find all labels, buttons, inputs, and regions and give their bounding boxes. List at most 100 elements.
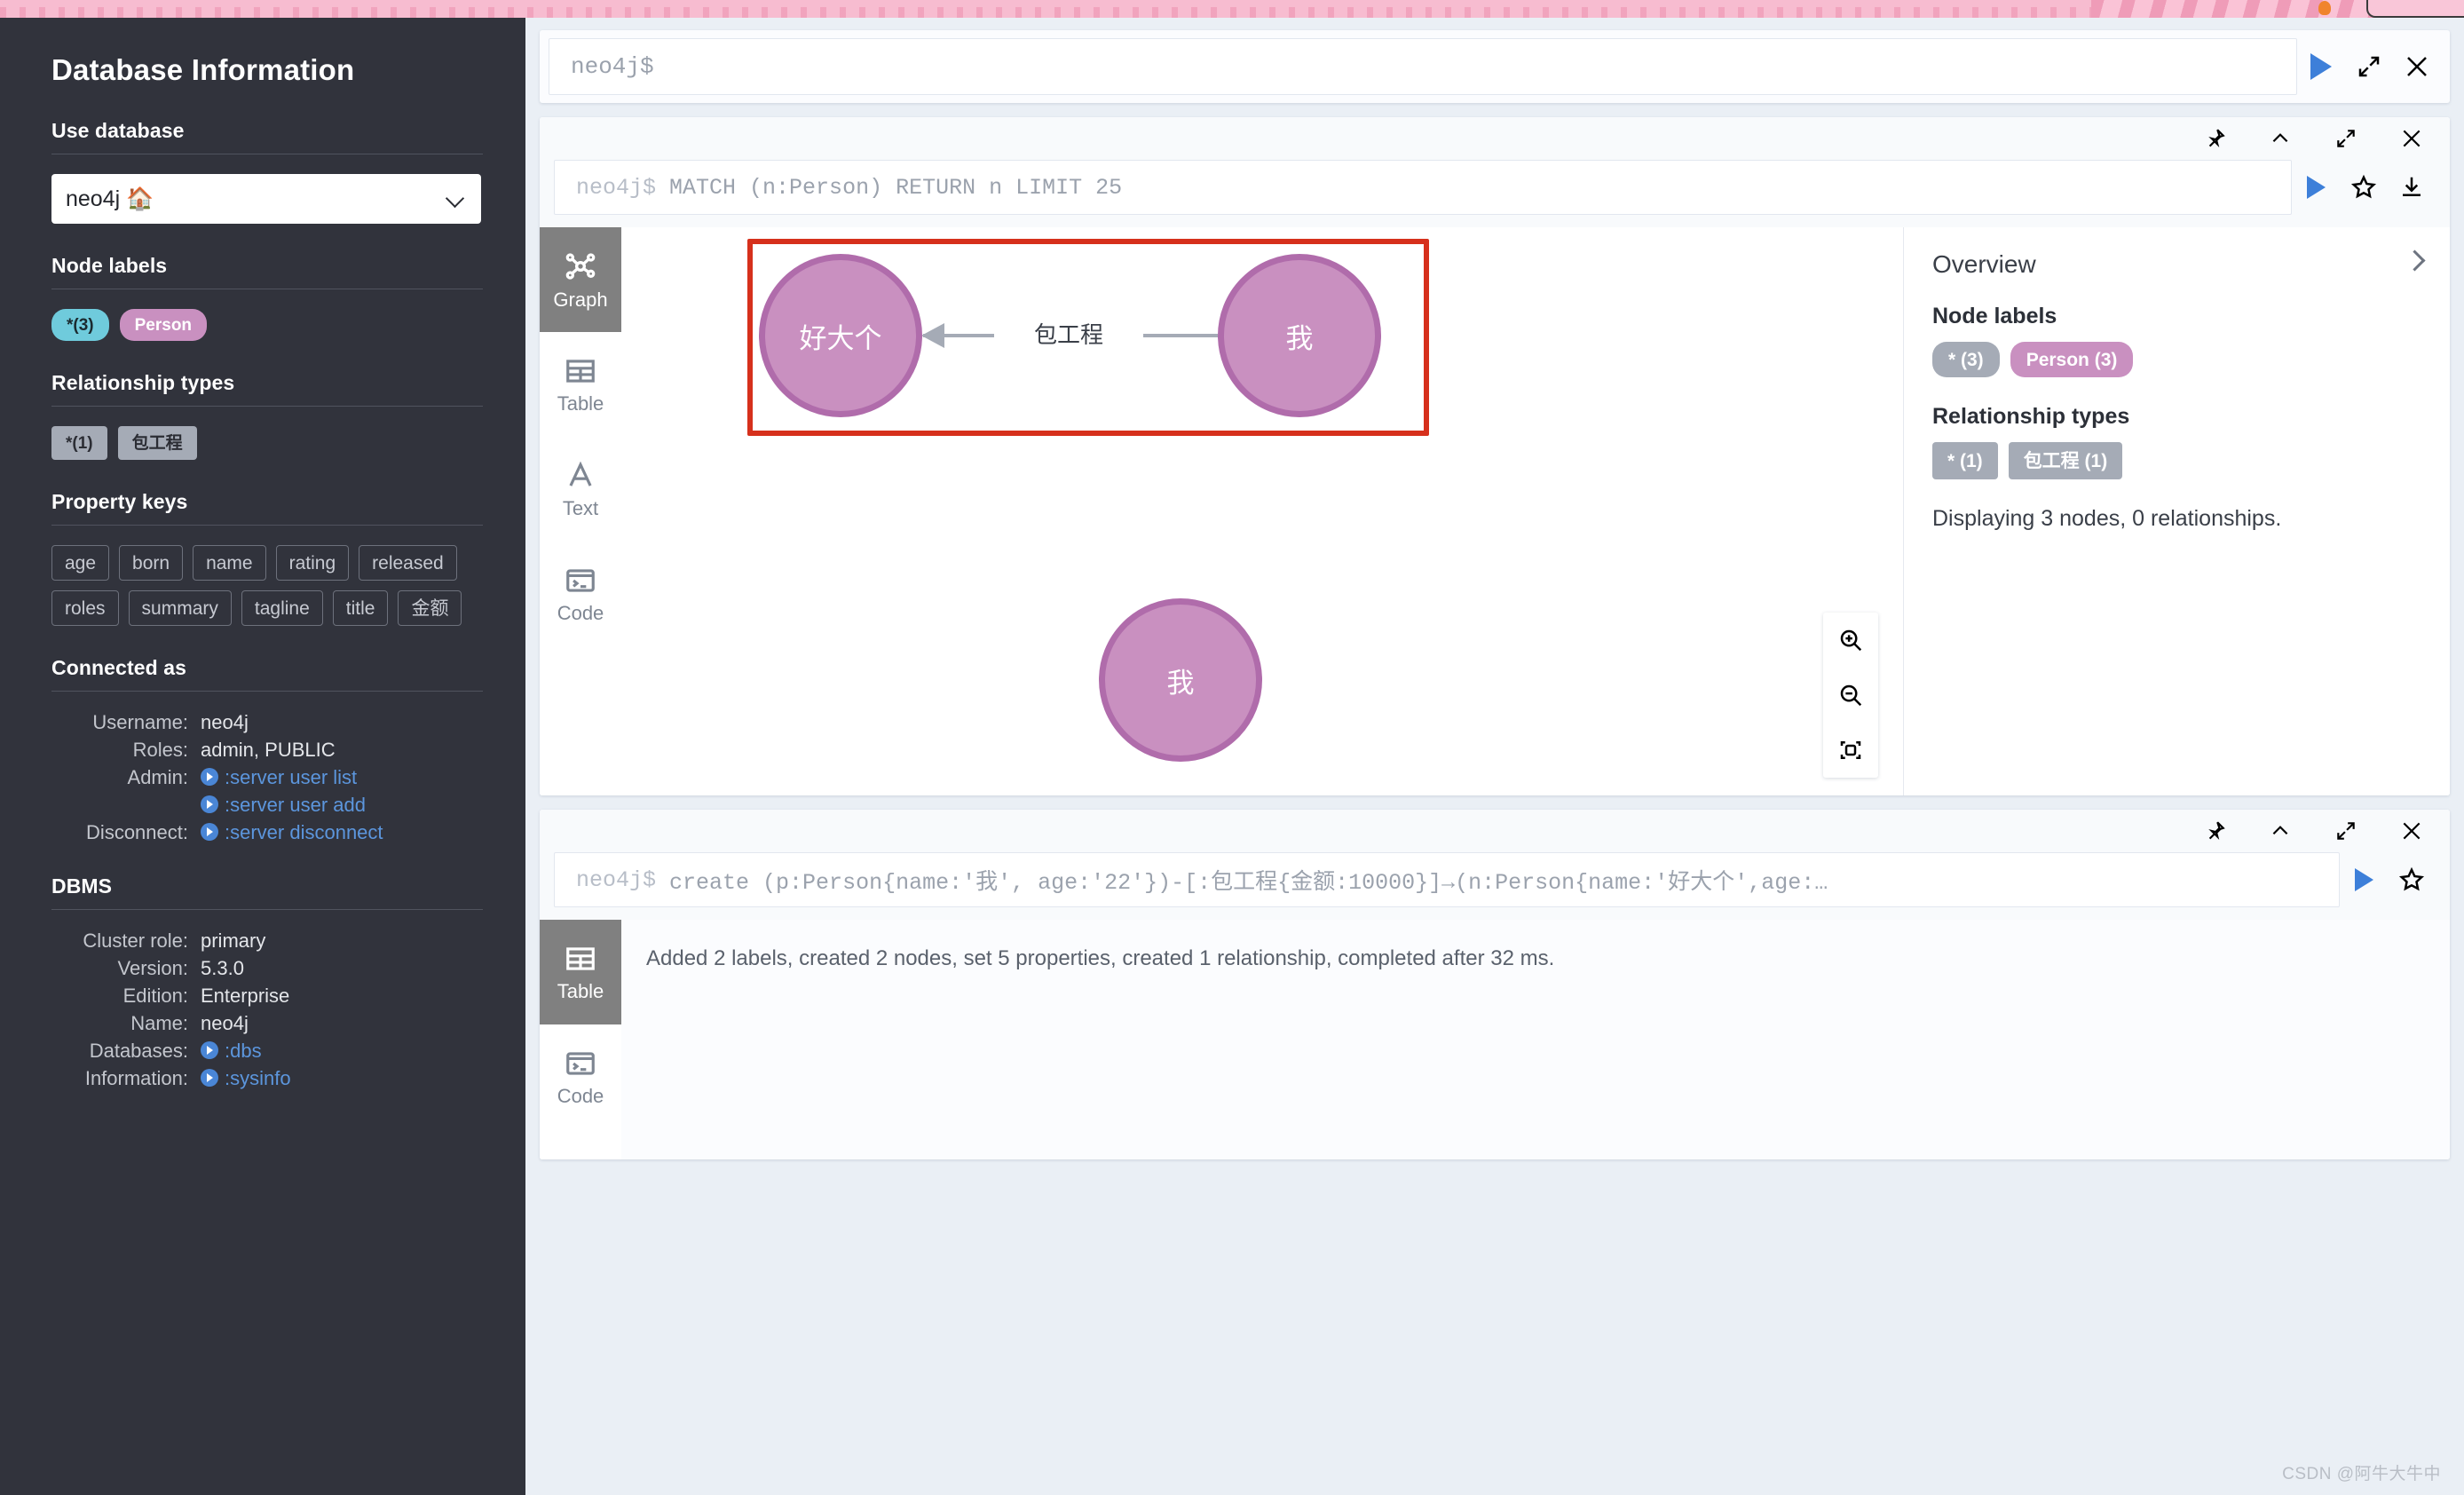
node-label-chip[interactable]: Person [119,309,208,341]
node-label-chip[interactable]: *(3) [51,309,109,341]
info-row-key: Version: [117,957,189,979]
relationship-label: 包工程 [994,314,1143,352]
frame-header [540,810,2450,852]
result-message-area: Added 2 labels, created 2 nodes, set 5 p… [621,920,2450,1159]
property-key-chip[interactable]: name [193,545,266,581]
property-key-chip[interactable]: summary [128,590,232,626]
run-query-icon[interactable] [2292,163,2340,211]
property-key-chip[interactable]: released [359,545,457,581]
zoom-out-icon[interactable] [1823,668,1878,723]
play-icon [201,795,218,813]
tab-table-label: Table [557,392,604,415]
divider [51,525,483,526]
info-row-value: admin, PUBLIC [201,739,336,761]
graph-node[interactable]: 我 [1218,254,1381,417]
pin-icon[interactable] [2191,117,2239,162]
info-row-key: Edition: [122,985,188,1007]
graph-node-caption: 我 [1285,322,1314,354]
tab-graph[interactable]: Graph [540,227,621,332]
cypher-editor-input[interactable]: neo4j$ [549,38,2297,95]
overview-relationship-heading: Relationship types [1932,404,2130,429]
tab-code[interactable]: Code [540,1024,621,1129]
relationship-type-chip[interactable]: *(1) [51,426,107,460]
fullscreen-icon[interactable] [2322,117,2370,162]
favorite-star-icon[interactable] [2340,163,2388,211]
info-row-command-link[interactable]: :server user add [201,794,366,817]
fit-to-screen-icon[interactable] [1823,723,1878,778]
property-key-chips: age born name rating released roles summary tag… [51,545,469,626]
info-row-key: Name: [130,1012,188,1034]
info-row-command-link[interactable]: :dbs [201,1040,262,1063]
graph-node-caption: 我 [1166,667,1195,699]
overview-relationship-chips: * (1) 包工程 (1) [1932,442,2421,479]
collapse-up-icon[interactable] [2256,117,2304,162]
property-key-chip[interactable]: born [119,545,184,581]
graph-node[interactable]: 好大个 [759,254,922,417]
run-query-icon[interactable] [2340,856,2388,904]
property-keys-section: Property keys age born name rating released r… [51,490,483,626]
info-row-command-link[interactable]: :sysinfo [201,1067,291,1090]
query-prompt: neo4j$ [576,866,657,893]
download-icon[interactable] [2388,163,2436,211]
sidebar-title: Database Information [51,53,355,86]
close-icon[interactable] [2393,43,2441,91]
tab-table[interactable]: Table [540,920,621,1024]
graph-node[interactable]: 我 [1099,598,1262,762]
frame-header [540,117,2450,160]
play-icon [201,1041,218,1059]
overview-panel: Overview Node labels * (3) Person (3) Re… [1903,227,2450,795]
pin-icon[interactable] [2191,810,2239,855]
overview-node-labels-heading: Node labels [1932,304,2057,328]
node-labels-heading: Node labels [51,254,168,277]
strip-dot [2318,1,2331,15]
close-icon[interactable] [2388,117,2436,162]
zoom-in-icon[interactable] [1823,613,1878,668]
collapse-up-icon[interactable] [2256,810,2304,855]
info-row-command-link[interactable]: :server user list [201,766,357,789]
close-icon[interactable] [2388,810,2436,855]
tab-table-label: Table [557,979,604,1002]
property-key-chip[interactable]: age [51,545,110,581]
frame-query-text[interactable]: neo4j$ create (p:Person{name:'我', age:'2… [554,852,2340,907]
property-key-chip[interactable]: tagline [241,590,323,626]
use-database-heading: Use database [51,119,185,142]
fullscreen-icon[interactable] [2322,810,2370,855]
property-key-chip[interactable]: rating [275,545,350,581]
info-row-command-link[interactable]: :server disconnect [201,821,383,844]
tab-code[interactable]: Code [540,542,621,646]
info-row: Databases::dbs [51,1040,483,1063]
cypher-editor-bar: neo4j$ [540,30,2450,103]
info-row: Cluster role: primary [51,929,483,953]
property-key-chip[interactable]: 金额 [398,590,462,626]
overview-relationship-chip[interactable]: * (1) [1932,442,1998,479]
dbms-section: DBMS Cluster role: primary Version: 5.3.0 Ed… [51,874,483,1090]
neo4j-browser-app: Database Information Use database neo4j … [0,0,2464,1495]
graph-node-caption: 好大个 [799,322,882,354]
frame-query-text[interactable]: neo4j$ MATCH (n:Person) RETURN n LIMIT 2… [554,160,2292,215]
play-icon [201,1069,218,1087]
relationship-type-chip[interactable]: 包工程 [117,426,197,460]
frame-body: Table Code Added 2 labels, created 2 nod… [540,920,2450,1159]
favorite-star-icon[interactable] [2388,856,2436,904]
info-row: :server user add [51,794,483,817]
overview-relationship-chip[interactable]: 包工程 (1) [2008,442,2123,479]
fullscreen-icon[interactable] [2345,43,2393,91]
info-row-key: Admin: [127,766,188,788]
property-key-chip[interactable]: roles [51,590,119,626]
run-icon[interactable] [2297,43,2345,91]
database-select[interactable]: neo4j 🏠 [51,174,481,224]
property-key-chip[interactable]: title [332,590,389,626]
overview-node-label-chip[interactable]: Person (3) [2010,342,2134,377]
tab-text[interactable]: Text [540,437,621,542]
result-frame-create: neo4j$ create (p:Person{name:'我', age:'2… [540,810,2450,1159]
query-text: create (p:Person{name:'我', age:'22'})-[:… [669,870,1828,896]
tab-table[interactable]: Table [540,332,621,437]
collapse-overview-icon[interactable] [2405,250,2425,270]
tab-code-label: Code [557,1084,604,1107]
info-row: Username: neo4j [51,711,483,734]
info-row-key: Information: [84,1067,188,1089]
tab-code-label: Code [557,601,604,624]
graph-canvas[interactable]: 包工程 好大个 我 我 [621,227,1903,795]
overview-node-label-chip[interactable]: * (3) [1932,342,2000,377]
frame-query-row: neo4j$ MATCH (n:Person) RETURN n LIMIT 2… [540,160,2450,227]
